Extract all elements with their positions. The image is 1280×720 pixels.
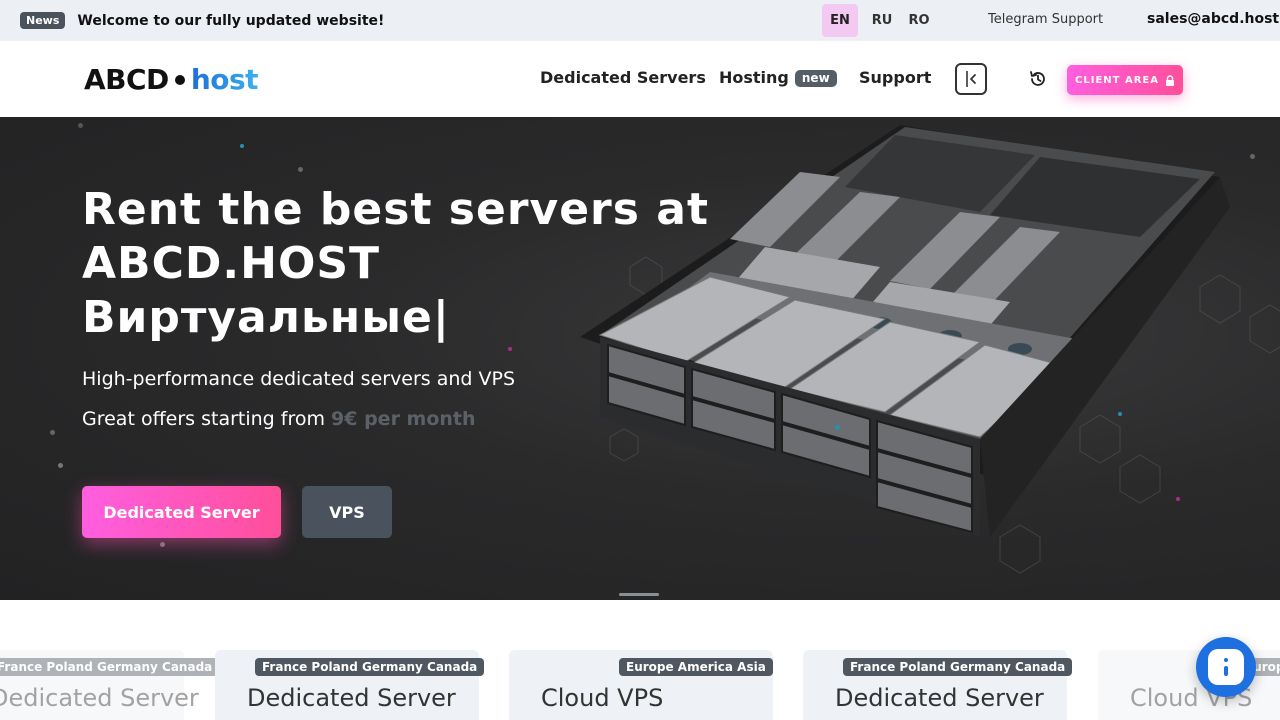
lang-en[interactable]: EN (822, 4, 858, 37)
top-bar: News Welcome to our fully updated websit… (0, 0, 1280, 41)
lock-icon (1165, 74, 1174, 86)
logo[interactable]: ABCD host (84, 63, 259, 96)
hero-offer-prefix: Great offers starting from (82, 408, 325, 430)
logo-dot (174, 74, 185, 85)
card-title: Dedicated Server (835, 684, 1044, 712)
particle (1176, 497, 1180, 501)
card-title: Dedicated Server (247, 684, 456, 712)
news-text[interactable]: Welcome to our fully updated website! (77, 13, 384, 29)
particle (508, 347, 512, 351)
particle (58, 463, 63, 468)
client-area-label: CLIENT AREA (1075, 74, 1159, 86)
product-card[interactable]: France Poland Germany Canada Dedicated S… (215, 650, 485, 720)
card-location-tag: France Poland Germany Canada (843, 658, 1073, 676)
hero-offer-price: 9€ per month (331, 408, 476, 430)
particle (1118, 412, 1122, 416)
hero-section: Rent the best servers at ABCD.HOST Вирту… (0, 117, 1280, 600)
card-location-tag: France Poland Germany Canada (255, 658, 485, 676)
hero-offer: Great offers starting from 9€ per month (82, 408, 476, 430)
card-title: Dedicated Server (0, 684, 199, 712)
collapse-button[interactable] (955, 63, 987, 95)
telegram-support-link[interactable]: Telegram Support (988, 12, 1103, 27)
particle (78, 123, 83, 128)
collapse-icon (966, 71, 976, 87)
client-area-button[interactable]: CLIENT AREA (1067, 65, 1183, 95)
lang-ru[interactable]: RU (864, 4, 900, 37)
email-link[interactable]: sales@abcd.host (1147, 11, 1279, 27)
product-card[interactable]: France Poland Germany Canada Dedicated S… (0, 650, 220, 720)
history-icon (1030, 71, 1045, 86)
news-badge: News (20, 12, 66, 29)
vps-button[interactable]: VPS (302, 486, 392, 538)
particle (240, 144, 244, 148)
chat-button[interactable] (1196, 637, 1256, 697)
hero-title-line-2: ABCD.HOST (82, 238, 381, 289)
slider-indicator[interactable] (619, 593, 659, 596)
history-button[interactable] (1026, 67, 1050, 91)
chat-icon (1208, 649, 1244, 685)
dedicated-server-button[interactable]: Dedicated Server (82, 486, 281, 538)
card-location-tag: Europe America Asia (619, 658, 773, 676)
particle (50, 430, 55, 435)
card-location-tag: France Poland Germany Canada (0, 658, 220, 676)
header: ABCD host Dedicated Servers Hosting new S… (0, 41, 1280, 117)
nav-dedicated-servers[interactable]: Dedicated Servers (540, 68, 706, 87)
nav-support[interactable]: Support (859, 68, 931, 87)
logo-text-right: host (190, 63, 259, 96)
particle (1250, 154, 1255, 159)
particle (160, 542, 165, 547)
hero-title: Rent the best servers at ABCD.HOST Вирту… (82, 183, 722, 345)
card-title: Cloud VPS (541, 684, 664, 712)
lang-ro[interactable]: RO (901, 4, 937, 37)
nav-new-badge: new (794, 70, 837, 87)
hero-title-line-3: Виртуальные| (82, 292, 450, 343)
nav-hosting-label: Hosting (719, 68, 789, 87)
hero-title-line-1: Rent the best servers at (82, 184, 709, 235)
product-card[interactable]: Europe America Asia Cloud VPS (509, 650, 773, 720)
nav-hosting[interactable]: Hosting new (719, 68, 837, 87)
particle (298, 167, 303, 172)
logo-text-left: ABCD (84, 63, 169, 96)
product-card[interactable]: France Poland Germany Canada Dedicated S… (803, 650, 1073, 720)
particle (835, 425, 840, 430)
product-cards-strip: France Poland Germany Canada Dedicated S… (0, 600, 1280, 720)
hero-subtitle: High-performance dedicated servers and V… (82, 368, 516, 390)
